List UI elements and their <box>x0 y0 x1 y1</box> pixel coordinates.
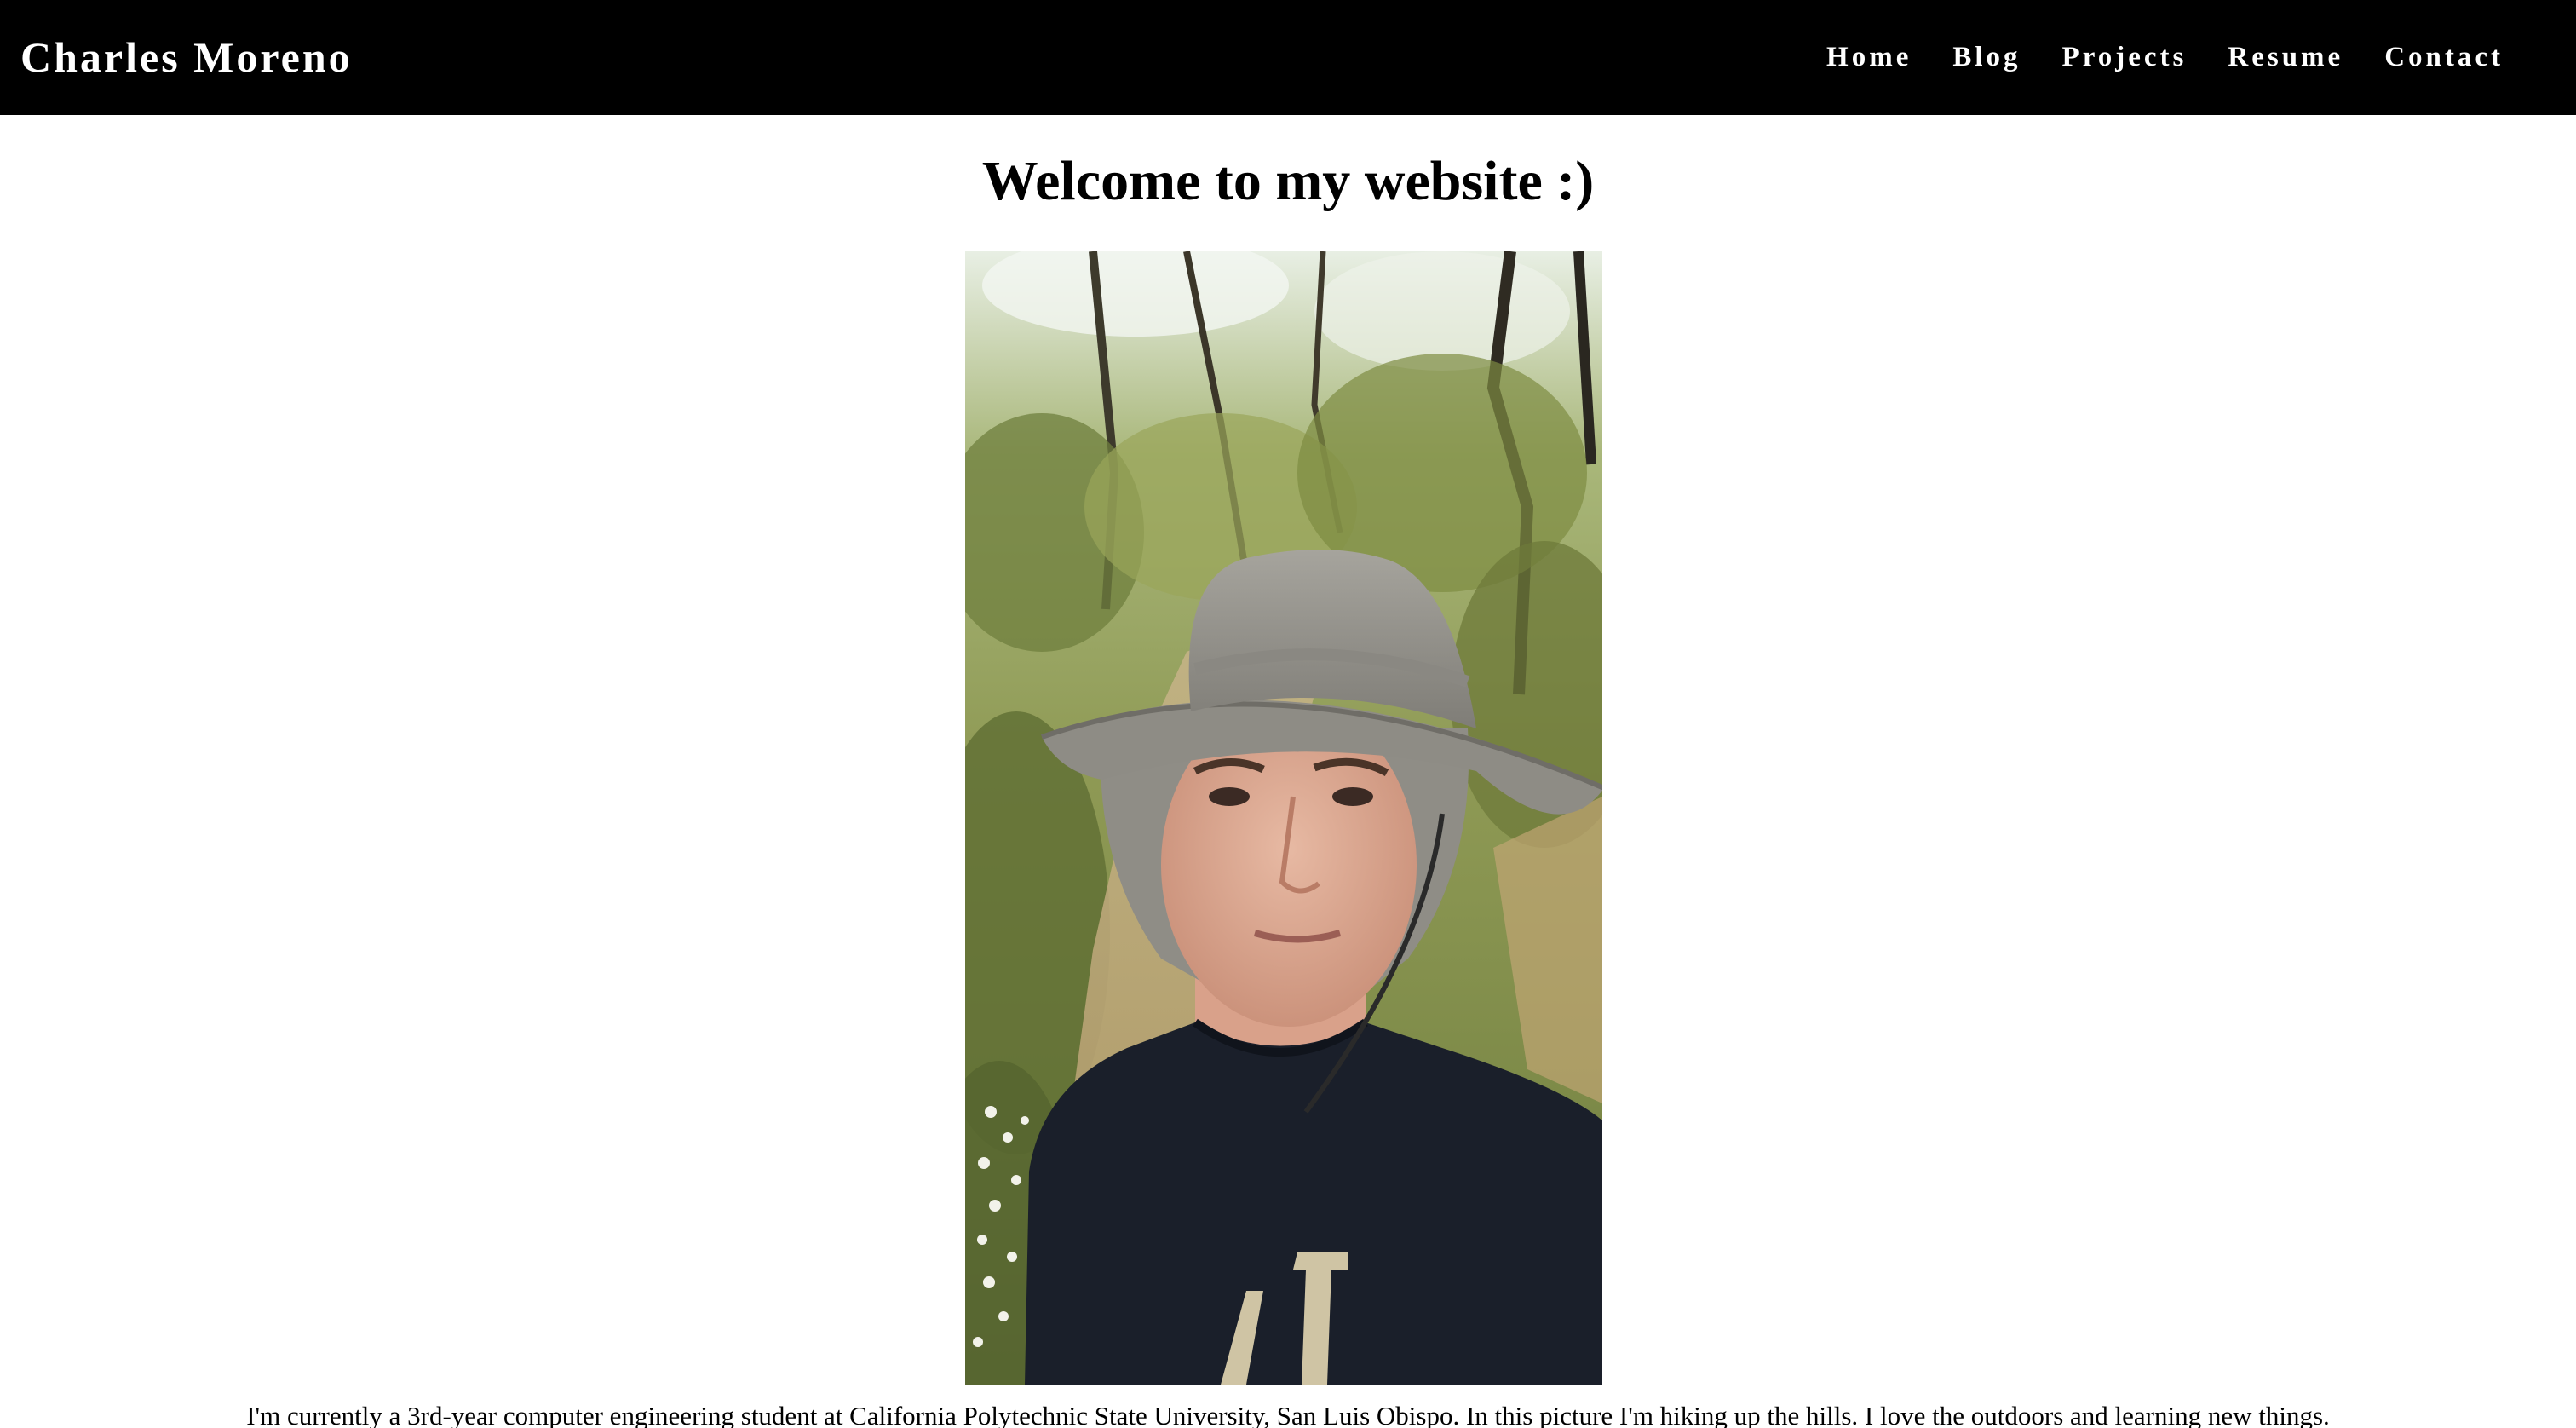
profile-photo <box>965 251 1602 1385</box>
nav-links: Home Blog Projects Resume Contact <box>1826 0 2504 115</box>
nav-link-projects[interactable]: Projects <box>2062 42 2188 73</box>
intro-paragraph: I'm currently a 3rd-year computer engine… <box>246 1401 2330 1428</box>
top-navbar: Charles Moreno Home Blog Projects Resume… <box>0 0 2576 115</box>
nav-link-home[interactable]: Home <box>1826 42 1912 73</box>
site-brand[interactable]: Charles Moreno <box>20 0 353 115</box>
nav-link-contact[interactable]: Contact <box>2384 42 2504 73</box>
nav-link-resume[interactable]: Resume <box>2228 42 2343 73</box>
page-title: Welcome to my website :) <box>981 150 1595 212</box>
nav-link-blog[interactable]: Blog <box>1952 42 2021 73</box>
